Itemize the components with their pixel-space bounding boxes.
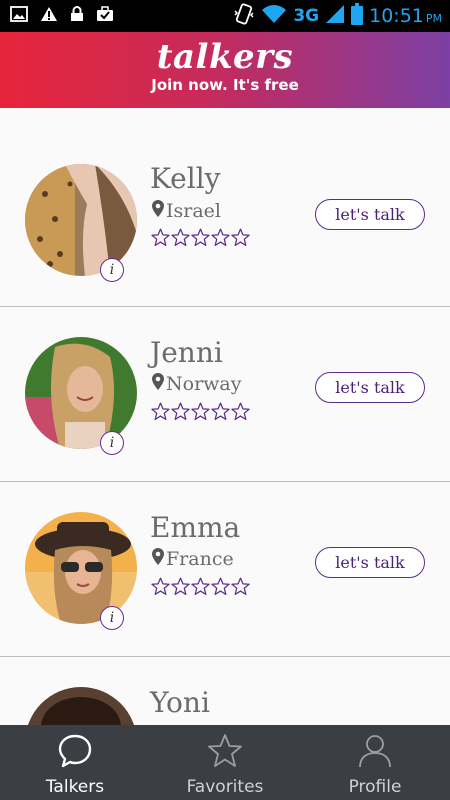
avatar[interactable] bbox=[25, 337, 137, 449]
lets-talk-button[interactable]: let's talk bbox=[315, 547, 425, 578]
info-button[interactable]: i bbox=[100, 258, 124, 282]
app-header: talkers Join now. It's free bbox=[0, 32, 450, 108]
avatar[interactable] bbox=[25, 512, 137, 624]
talker-country: France bbox=[166, 548, 234, 570]
star-icon[interactable] bbox=[151, 577, 170, 596]
avatar[interactable] bbox=[25, 687, 137, 725]
talker-name: Yoni bbox=[150, 686, 210, 719]
person-icon bbox=[357, 733, 393, 773]
talker-location: Norway bbox=[152, 373, 241, 395]
lets-talk-button[interactable]: let's talk bbox=[315, 199, 425, 230]
star-icon[interactable] bbox=[191, 577, 210, 596]
star-icon[interactable] bbox=[191, 228, 210, 247]
location-pin-icon bbox=[152, 373, 164, 395]
briefcase-icon bbox=[96, 6, 114, 26]
star-icon[interactable] bbox=[231, 577, 250, 596]
star-icon[interactable] bbox=[191, 402, 210, 421]
star-icon[interactable] bbox=[211, 577, 230, 596]
star-icon[interactable] bbox=[171, 577, 190, 596]
wifi-icon bbox=[261, 4, 287, 28]
app-logo: talkers bbox=[156, 37, 294, 77]
nav-label: Favorites bbox=[186, 777, 264, 797]
vibrate-icon bbox=[233, 3, 255, 29]
star-icon[interactable] bbox=[231, 402, 250, 421]
rating-stars[interactable] bbox=[151, 228, 250, 247]
star-icon bbox=[207, 733, 243, 773]
talker-name: Jenni bbox=[150, 336, 223, 369]
bottom-nav: Talkers Favorites Profile bbox=[0, 725, 450, 800]
clock: 10:51 PM bbox=[369, 5, 442, 27]
talker-row[interactable]: i Emma France let's talk bbox=[0, 482, 450, 657]
star-icon[interactable] bbox=[231, 228, 250, 247]
rating-stars[interactable] bbox=[151, 577, 250, 596]
avatar[interactable] bbox=[25, 164, 137, 276]
star-icon[interactable] bbox=[151, 402, 170, 421]
warning-icon bbox=[40, 6, 58, 26]
nav-favorites[interactable]: Favorites bbox=[150, 725, 300, 800]
talker-row[interactable]: i Kelly Israel let's talk bbox=[0, 108, 450, 307]
clock-ampm: PM bbox=[425, 12, 442, 25]
star-icon[interactable] bbox=[171, 402, 190, 421]
location-pin-icon bbox=[152, 548, 164, 570]
battery-icon bbox=[351, 3, 364, 29]
talker-country: Norway bbox=[166, 373, 242, 395]
network-type: 3G bbox=[293, 6, 320, 26]
talker-row[interactable]: i Jenni Norway let's talk bbox=[0, 307, 450, 482]
image-icon bbox=[10, 6, 28, 26]
screen: 3G 10:51PM talkers Join now. It's free bbox=[0, 0, 450, 800]
info-button[interactable]: i bbox=[100, 431, 124, 455]
clock-time: 10:51 bbox=[369, 5, 424, 27]
talker-name: Emma bbox=[150, 511, 241, 544]
status-right: 3G 10:51 PM bbox=[233, 3, 442, 29]
talker-location: Israel bbox=[152, 200, 221, 222]
talkers-list[interactable]: i Kelly Israel let's talk i Jenni Norway… bbox=[0, 108, 450, 725]
info-button[interactable]: i bbox=[100, 606, 124, 630]
signal-icon bbox=[325, 4, 345, 28]
status-bar: 3G 10:51 PM bbox=[0, 0, 450, 32]
tagline: Join now. It's free bbox=[151, 76, 299, 94]
star-icon[interactable] bbox=[211, 402, 230, 421]
location-pin-icon bbox=[152, 200, 164, 222]
nav-label: Talkers bbox=[45, 777, 105, 797]
talker-name: Kelly bbox=[150, 162, 221, 195]
nav-label: Profile bbox=[348, 777, 402, 797]
nav-profile[interactable]: Profile bbox=[300, 725, 450, 800]
talkers-list-inner: i Kelly Israel let's talk i Jenni Norway… bbox=[0, 108, 450, 725]
chat-bubble-icon bbox=[57, 733, 93, 773]
lets-talk-button[interactable]: let's talk bbox=[315, 372, 425, 403]
star-icon[interactable] bbox=[211, 228, 230, 247]
rating-stars[interactable] bbox=[151, 402, 250, 421]
star-icon[interactable] bbox=[171, 228, 190, 247]
status-left-icons bbox=[10, 6, 114, 26]
star-icon[interactable] bbox=[151, 228, 170, 247]
talker-location: France bbox=[152, 548, 234, 570]
talker-country: Israel bbox=[166, 200, 221, 222]
nav-talkers[interactable]: Talkers bbox=[0, 725, 150, 800]
talker-row[interactable]: Yoni bbox=[0, 657, 450, 725]
lock-icon bbox=[70, 6, 84, 26]
